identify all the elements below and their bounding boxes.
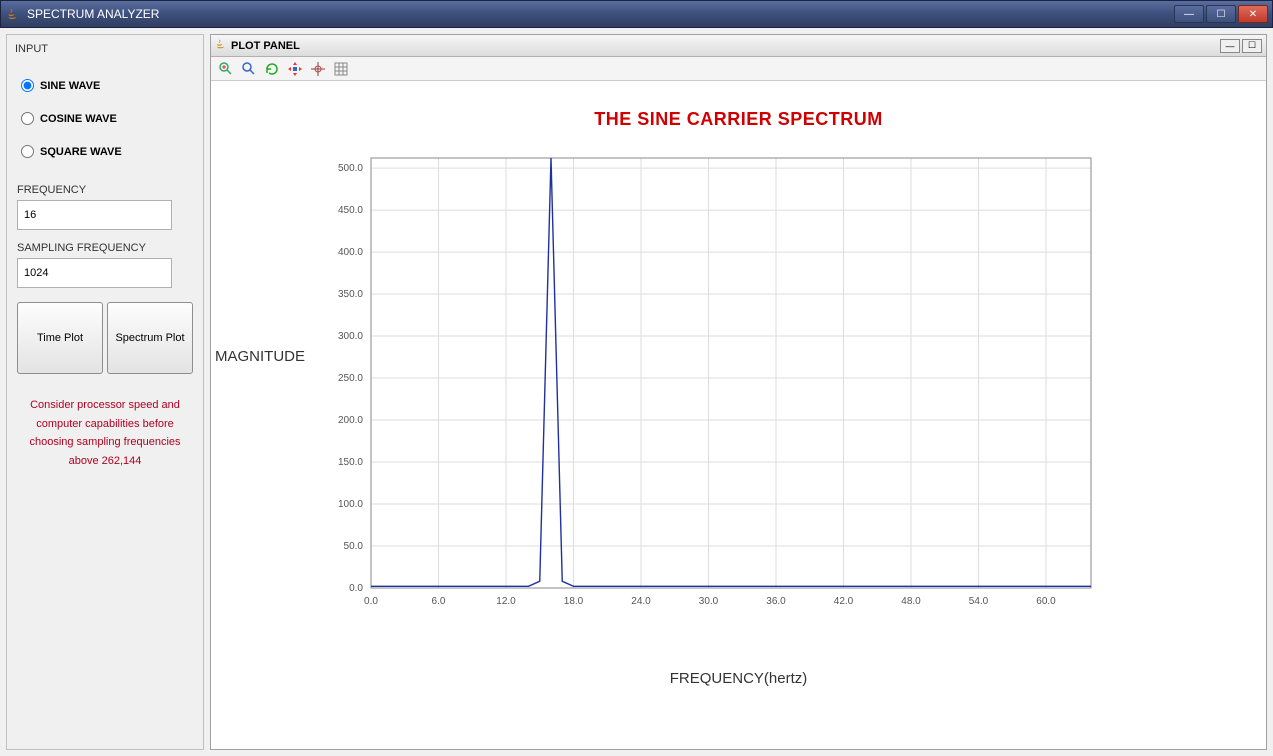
svg-text:54.0: 54.0 <box>969 596 989 607</box>
radio-square-label: SQUARE WAVE <box>40 146 122 158</box>
plot-toolbar <box>211 57 1266 81</box>
svg-text:450.0: 450.0 <box>338 205 363 216</box>
warning-text: Consider processor speed and computer ca… <box>7 382 203 471</box>
svg-text:24.0: 24.0 <box>631 596 651 607</box>
window-maximize-button[interactable]: ☐ <box>1206 5 1236 23</box>
svg-text:48.0: 48.0 <box>901 596 921 607</box>
x-axis-label: FREQUENCY(hertz) <box>211 668 1266 687</box>
chart-area: THE SINE CARRIER SPECTRUM MAGNITUDE 0.0 6… <box>211 81 1266 749</box>
plot-panel-frame: PLOT PANEL — ☐ THE SINE CARRIER SPECTRUM… <box>210 34 1267 750</box>
zoom-icon[interactable] <box>238 59 260 79</box>
svg-text:36.0: 36.0 <box>766 596 786 607</box>
radio-cosine[interactable] <box>21 112 34 125</box>
svg-text:30.0: 30.0 <box>699 596 719 607</box>
crosshair-icon[interactable] <box>307 59 329 79</box>
window-titlebar: SPECTRUM ANALYZER — ☐ ✕ <box>0 0 1273 28</box>
svg-text:60.0: 60.0 <box>1036 596 1056 607</box>
y-axis-label: MAGNITUDE <box>215 348 305 365</box>
svg-text:0.0: 0.0 <box>349 583 363 594</box>
input-panel: INPUT SINE WAVE COSINE WAVE SQUARE WAVE … <box>6 34 204 750</box>
frequency-label: FREQUENCY <box>17 180 193 200</box>
radio-sine-label: SINE WAVE <box>40 80 100 92</box>
window-title: SPECTRUM ANALYZER <box>27 7 1174 21</box>
plot-titlebar: PLOT PANEL — ☐ <box>211 35 1266 57</box>
java-icon <box>215 38 227 53</box>
radio-cosine-label: COSINE WAVE <box>40 113 117 125</box>
svg-text:400.0: 400.0 <box>338 247 363 258</box>
sampling-frequency-label: SAMPLING FREQUENCY <box>17 238 193 258</box>
refresh-icon[interactable] <box>261 59 283 79</box>
window-minimize-button[interactable]: — <box>1174 5 1204 23</box>
radio-sine[interactable] <box>21 79 34 92</box>
svg-text:18.0: 18.0 <box>564 596 584 607</box>
svg-text:6.0: 6.0 <box>432 596 446 607</box>
svg-text:100.0: 100.0 <box>338 499 363 510</box>
plot-minimize-button[interactable]: — <box>1220 39 1240 53</box>
spectrum-plot-button[interactable]: Spectrum Plot <box>107 302 193 374</box>
plot-maximize-button[interactable]: ☐ <box>1242 39 1262 53</box>
svg-text:150.0: 150.0 <box>338 457 363 468</box>
svg-text:300.0: 300.0 <box>338 331 363 342</box>
sampling-frequency-input[interactable] <box>17 258 172 288</box>
java-icon <box>5 6 21 22</box>
svg-text:50.0: 50.0 <box>344 541 364 552</box>
chart-title: THE SINE CARRIER SPECTRUM <box>211 91 1266 138</box>
window-close-button[interactable]: ✕ <box>1238 5 1268 23</box>
svg-text:12.0: 12.0 <box>496 596 516 607</box>
frequency-input[interactable] <box>17 200 172 230</box>
svg-text:350.0: 350.0 <box>338 289 363 300</box>
time-plot-button[interactable]: Time Plot <box>17 302 103 374</box>
svg-text:0.0: 0.0 <box>364 596 378 607</box>
waveform-radio-group: SINE WAVE COSINE WAVE SQUARE WAVE <box>7 69 203 178</box>
svg-text:42.0: 42.0 <box>834 596 854 607</box>
svg-text:250.0: 250.0 <box>338 373 363 384</box>
zoom-in-icon[interactable] <box>215 59 237 79</box>
svg-text:200.0: 200.0 <box>338 415 363 426</box>
grid-icon[interactable] <box>330 59 352 79</box>
pan-icon[interactable] <box>284 59 306 79</box>
svg-text:500.0: 500.0 <box>338 163 363 174</box>
input-panel-title: INPUT <box>7 35 203 69</box>
plot-panel-title: PLOT PANEL <box>231 40 1220 52</box>
radio-square[interactable] <box>21 145 34 158</box>
chart-svg: 0.0 6.0 12.0 18.0 24.0 30.0 36.0 42.0 48.0 54.0 60… <box>211 138 1251 648</box>
